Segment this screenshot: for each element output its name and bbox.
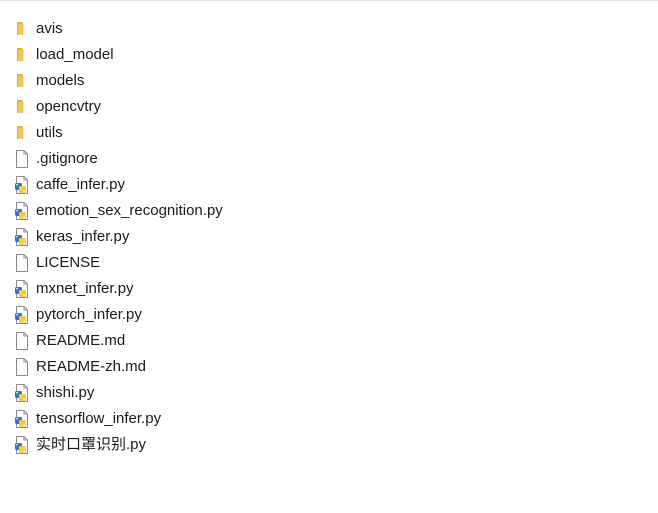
folder-icon [14, 19, 34, 39]
file-icon [14, 357, 34, 377]
folder-icon [14, 45, 34, 65]
file-list-item[interactable]: .gitignore [14, 146, 223, 172]
python-file-icon [14, 279, 34, 299]
file-name-label: README.md [36, 332, 126, 349]
file-list-item[interactable]: caffe_infer.py [14, 172, 223, 198]
file-icon [14, 253, 34, 273]
file-list-item[interactable]: models [14, 68, 223, 94]
python-file-icon [14, 435, 34, 455]
python-file-icon [14, 305, 34, 325]
file-name-label: keras_infer.py [36, 228, 130, 245]
file-name-label: emotion_sex_recognition.py [36, 202, 223, 219]
file-list-item[interactable]: README-zh.md [14, 354, 223, 380]
file-icon [14, 331, 34, 351]
file-icon [14, 149, 34, 169]
file-list-item[interactable]: README.md [14, 328, 223, 354]
file-name-label: pytorch_infer.py [36, 306, 142, 323]
python-file-icon [14, 175, 34, 195]
file-list-item[interactable]: LICENSE [14, 250, 223, 276]
python-file-icon [14, 383, 34, 403]
file-list-item[interactable]: pytorch_infer.py [14, 302, 223, 328]
file-name-label: README-zh.md [36, 358, 147, 375]
file-list-item[interactable]: avis [14, 16, 223, 42]
file-name-label: models [36, 72, 85, 89]
file-list: avis load_model models opencvtry utils .… [14, 16, 223, 458]
file-list-item[interactable]: load_model [14, 42, 223, 68]
folder-icon [14, 71, 34, 91]
file-name-label: mxnet_infer.py [36, 280, 134, 297]
file-name-label: .gitignore [36, 150, 98, 167]
file-name-label: tensorflow_infer.py [36, 410, 162, 427]
file-name-label: LICENSE [36, 254, 101, 271]
file-list-item[interactable]: utils [14, 120, 223, 146]
file-list-item[interactable]: mxnet_infer.py [14, 276, 223, 302]
file-list-item[interactable]: 实时口罩识别.py [14, 432, 223, 458]
folder-icon [14, 123, 34, 143]
file-list-item[interactable]: tensorflow_infer.py [14, 406, 223, 432]
file-name-label: opencvtry [36, 98, 102, 115]
file-name-label: caffe_infer.py [36, 176, 125, 193]
python-file-icon [14, 409, 34, 429]
file-list-item[interactable]: opencvtry [14, 94, 223, 120]
file-name-label: utils [36, 124, 63, 141]
python-file-icon [14, 227, 34, 247]
file-name-label: avis [36, 20, 63, 37]
file-list-item[interactable]: shishi.py [14, 380, 223, 406]
file-list-item[interactable]: emotion_sex_recognition.py [14, 198, 223, 224]
file-name-label: shishi.py [36, 384, 95, 401]
file-name-label: load_model [36, 46, 114, 63]
file-list-item[interactable]: keras_infer.py [14, 224, 223, 250]
folder-icon [14, 97, 34, 117]
file-name-label: 实时口罩识别.py [36, 436, 147, 453]
window-top-border [0, 0, 658, 1]
python-file-icon [14, 201, 34, 221]
